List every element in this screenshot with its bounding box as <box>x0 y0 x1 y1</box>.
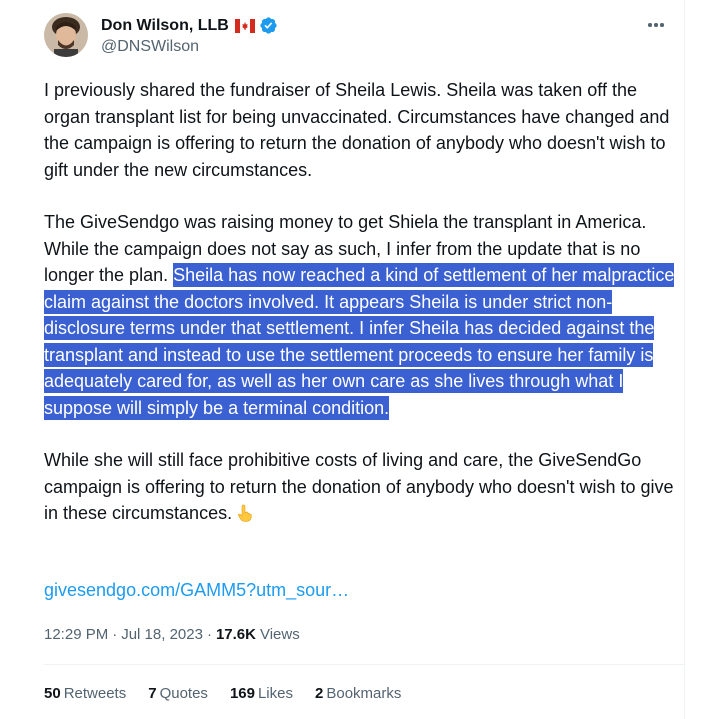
selected-text: Sheila has now reached a kind of settlem… <box>44 263 675 420</box>
meta-separator: · <box>206 626 212 643</box>
tweet-meta: 12:29 PM · Jul 18, 2023 · 17.6K Views <box>44 626 300 643</box>
tweet-paragraph-2: The GiveSendgo was raising money to get … <box>44 209 684 421</box>
views-label: Views <box>259 626 300 643</box>
more-options-icon[interactable] <box>643 14 669 36</box>
tweet-time[interactable]: 12:29 PM <box>44 626 108 643</box>
tweet-paragraph-3: While she will still face prohibitive co… <box>44 447 684 527</box>
more-dot <box>648 23 652 27</box>
more-dot <box>654 23 658 27</box>
meta-separator: · <box>112 626 118 643</box>
more-dot <box>660 23 664 27</box>
avatar[interactable] <box>44 13 88 57</box>
bookmarks-count: 2 <box>315 685 324 702</box>
likes-count: 169 <box>229 685 255 702</box>
quotes-stat[interactable]: 7 Quotes <box>148 685 208 702</box>
likes-stat[interactable]: 169 Likes <box>230 685 293 702</box>
tweet-body: I previously shared the fundraiser of Sh… <box>44 77 684 553</box>
retweets-stat[interactable]: 50 Retweets <box>44 685 126 702</box>
pointing-down-hand-icon <box>236 503 254 522</box>
author-display-name[interactable]: Don Wilson, LLB <box>101 17 229 35</box>
fundraiser-link[interactable]: givesendgo.com/GAMM5?utm_sour… <box>44 580 349 601</box>
tweet-date[interactable]: Jul 18, 2023 <box>121 626 203 643</box>
author-handle[interactable]: @DNSWilson <box>101 38 199 56</box>
likes-label: Likes <box>257 685 293 702</box>
tweet-paragraph-3-text: While she will still face prohibitive co… <box>44 450 674 523</box>
tweet-paragraph-1: I previously shared the fundraiser of Sh… <box>44 80 670 180</box>
author-name-row: Don Wilson, LLB <box>101 16 278 35</box>
retweets-count: 50 <box>44 685 61 702</box>
canada-flag-icon <box>234 18 255 33</box>
quotes-label: Quotes <box>159 685 208 702</box>
bookmarks-stat[interactable]: 2 Bookmarks <box>315 685 401 702</box>
divider <box>44 664 685 665</box>
verified-badge-icon[interactable] <box>259 16 278 35</box>
bookmarks-label: Bookmarks <box>326 685 402 702</box>
views-count: 17.6K <box>215 626 256 643</box>
quotes-count: 7 <box>148 685 157 702</box>
retweets-label: Retweets <box>63 685 127 702</box>
engagement-stats: 50 Retweets 7 Quotes 169 Likes 2 Bookmarks <box>44 685 401 702</box>
tweet-card: Don Wilson, LLB @DNSWilson I previously … <box>0 0 685 719</box>
